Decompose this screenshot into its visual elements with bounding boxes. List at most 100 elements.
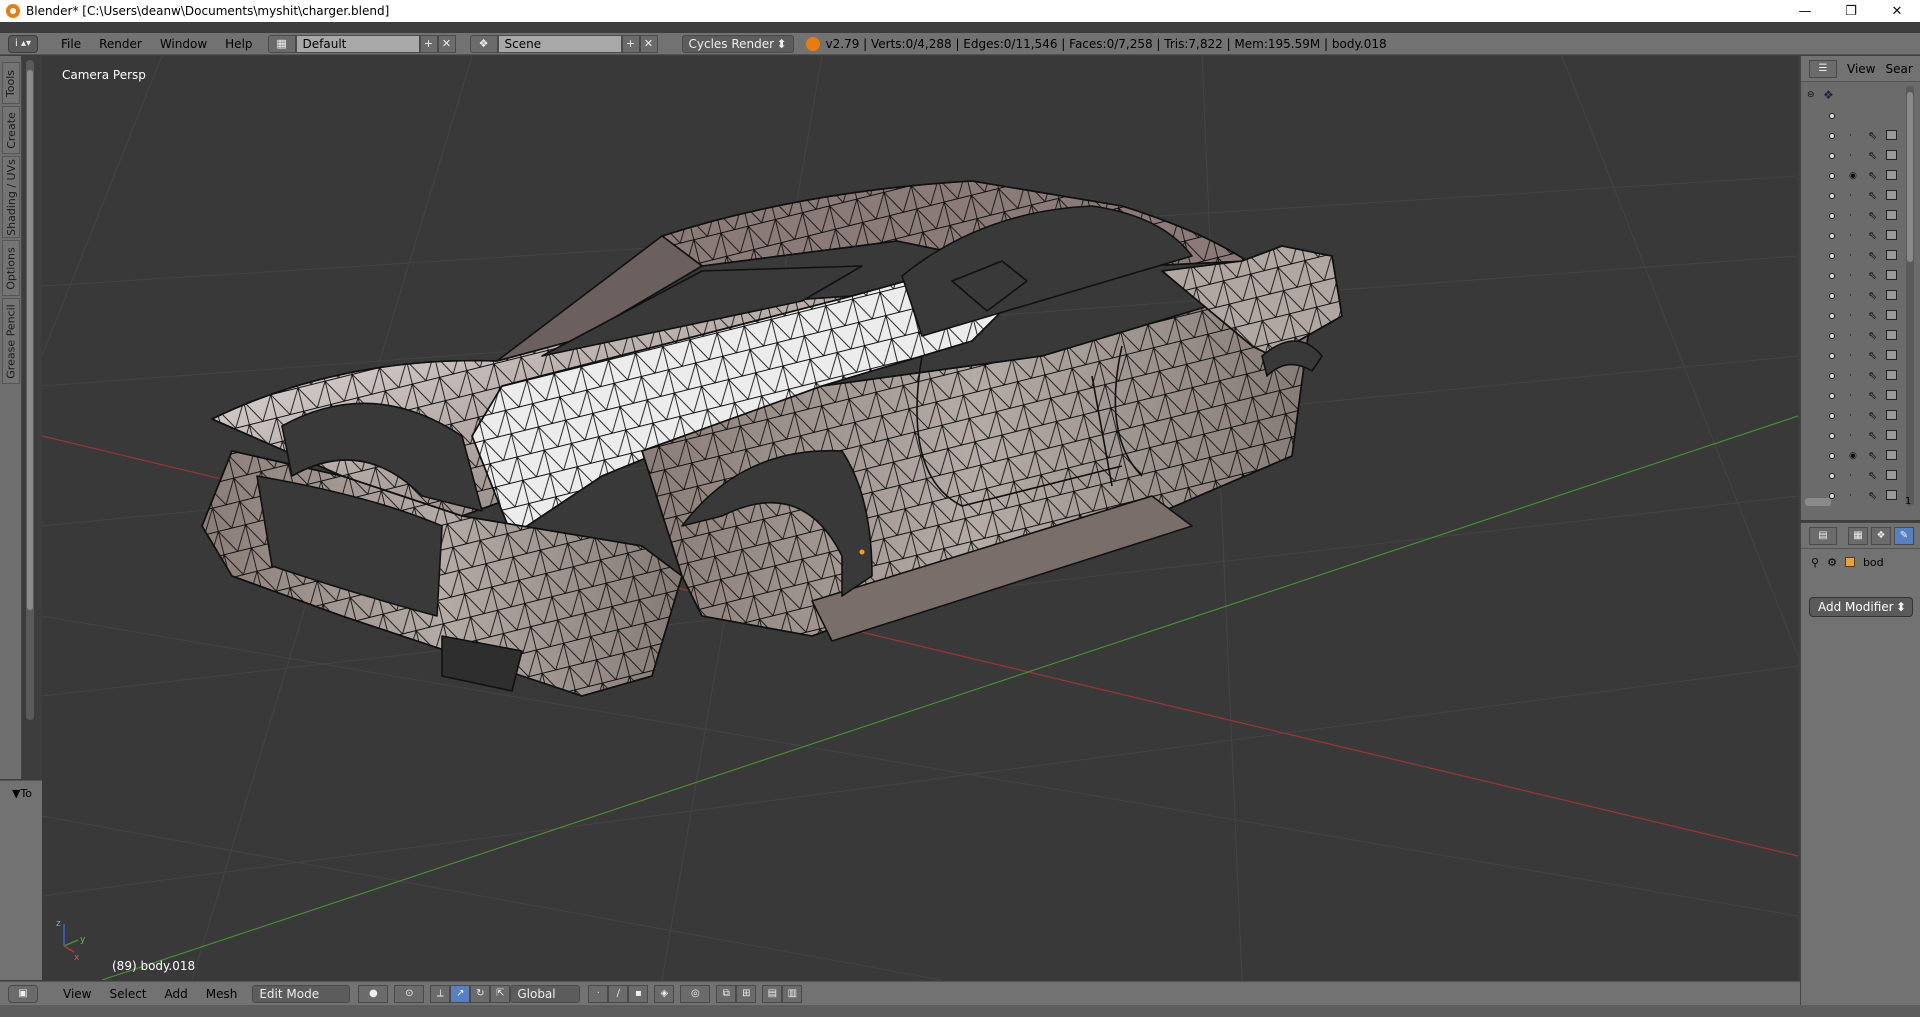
expand-icon[interactable]: ⊖ [1807, 90, 1815, 100]
delete-screen-button[interactable]: ✕ [437, 34, 456, 53]
cursor-icon[interactable]: ⇖ [1868, 149, 1877, 162]
eye-icon[interactable]: · [1849, 471, 1852, 481]
cursor-icon[interactable]: ⇖ [1868, 329, 1877, 342]
tab-grease-pencil[interactable]: Grease Pencil [2, 298, 20, 384]
camera-icon[interactable] [1886, 410, 1897, 420]
expand-icon[interactable] [1829, 133, 1835, 139]
camera-icon[interactable] [1886, 270, 1897, 280]
editor-type-icon[interactable]: i ▴▾ [8, 34, 38, 53]
outliner-row[interactable]: · ⇖ [1801, 246, 1920, 266]
expand-icon[interactable] [1829, 393, 1835, 399]
expand-icon[interactable] [1829, 233, 1835, 239]
add-scene-button[interactable]: + [621, 34, 640, 53]
eye-icon[interactable]: · [1849, 291, 1852, 301]
eye-icon[interactable]: · [1849, 371, 1852, 381]
menu-file[interactable]: File [52, 37, 90, 51]
mode-select[interactable]: Edit Mode [252, 984, 351, 1003]
editor-type-icon[interactable]: ☰ [1809, 59, 1837, 78]
eye-icon[interactable]: · [1849, 411, 1852, 421]
scrollbar-thumb[interactable] [27, 70, 33, 610]
cursor-icon[interactable]: ⇖ [1868, 389, 1877, 402]
minimize-button[interactable]: — [1782, 0, 1828, 22]
cursor-icon[interactable]: ⇖ [1868, 349, 1877, 362]
eye-icon[interactable]: · [1849, 331, 1852, 341]
cursor-icon[interactable]: ⇖ [1868, 309, 1877, 322]
eye-icon[interactable]: · [1849, 271, 1852, 281]
tab-create[interactable]: Create [2, 106, 20, 154]
camera-icon[interactable] [1886, 490, 1897, 500]
eye-icon[interactable]: · [1849, 151, 1852, 161]
cursor-icon[interactable]: ⇖ [1868, 209, 1877, 222]
screen-layout-field[interactable]: Default [295, 34, 420, 53]
outliner-row[interactable]: ◉ ⇖ [1801, 166, 1920, 186]
scale-manipulator[interactable]: ⇱ [490, 984, 511, 1003]
close-button[interactable]: ✕ [1874, 0, 1920, 22]
outliner-row[interactable]: · ⇖ [1801, 146, 1920, 166]
expand-icon[interactable] [1829, 453, 1835, 459]
outliner-scrollbar[interactable] [1906, 86, 1914, 506]
eye-icon[interactable]: · [1849, 131, 1852, 141]
delete-scene-button[interactable]: ✕ [639, 34, 658, 53]
camera-icon[interactable] [1886, 370, 1897, 380]
camera-icon[interactable] [1886, 470, 1897, 480]
cursor-icon[interactable]: ⇖ [1868, 489, 1877, 502]
outliner-row[interactable]: · ⇖ [1801, 406, 1920, 426]
camera-icon[interactable] [1886, 310, 1897, 320]
expand-icon[interactable] [1829, 273, 1835, 279]
outliner-row[interactable]: · ⇖ [1801, 286, 1920, 306]
cursor-icon[interactable]: ⇖ [1868, 409, 1877, 422]
camera-icon[interactable] [1886, 330, 1897, 340]
operator-panel-label[interactable]: ▼To [12, 787, 32, 800]
expand-icon[interactable] [1829, 353, 1835, 359]
expand-icon[interactable] [1829, 253, 1835, 259]
camera-icon[interactable] [1886, 150, 1897, 160]
outliner-row[interactable]: · ⇖ [1801, 326, 1920, 346]
snap-toggle[interactable]: ⧉ [716, 984, 737, 1003]
expand-icon[interactable] [1829, 473, 1835, 479]
cursor-icon[interactable]: ⇖ [1868, 249, 1877, 262]
menu-window[interactable]: Window [151, 37, 216, 51]
outliner-search-menu[interactable]: Sear [1885, 62, 1912, 76]
expand-icon[interactable] [1829, 413, 1835, 419]
camera-icon[interactable] [1886, 130, 1897, 140]
expand-icon[interactable] [1829, 373, 1835, 379]
expand-icon[interactable] [1829, 333, 1835, 339]
expand-icon[interactable] [1829, 313, 1835, 319]
expand-icon[interactable] [1829, 113, 1835, 119]
cursor-icon[interactable]: ⇖ [1868, 189, 1877, 202]
menu-view[interactable]: View [54, 987, 100, 1001]
eye-icon[interactable]: · [1849, 231, 1852, 241]
eye-icon[interactable]: · [1849, 311, 1852, 321]
eye-icon[interactable]: · [1849, 391, 1852, 401]
cursor-icon[interactable]: ⇖ [1868, 129, 1877, 142]
eye-icon[interactable]: · [1849, 191, 1852, 201]
cursor-icon[interactable]: ⇖ [1868, 229, 1877, 242]
wrench-icon[interactable]: ✎ [1894, 526, 1914, 545]
outliner-view-menu[interactable]: View [1837, 62, 1885, 76]
vertex-select-mode[interactable]: · [588, 984, 609, 1003]
eye-icon[interactable]: ◉ [1849, 171, 1857, 181]
render-tab-icon[interactable]: ▦ [1848, 526, 1868, 545]
camera-icon[interactable] [1886, 170, 1897, 180]
expand-icon[interactable] [1829, 213, 1835, 219]
eye-icon[interactable]: · [1849, 491, 1852, 501]
menu-mesh[interactable]: Mesh [197, 987, 247, 1001]
scene-tab-icon[interactable]: ❖ [1871, 526, 1891, 545]
outliner-row[interactable]: ⊖ ❖ [1801, 86, 1920, 106]
scrollbar-thumb[interactable] [1907, 92, 1913, 262]
outliner-row[interactable]: · ⇖ [1801, 186, 1920, 206]
outliner-row[interactable] [1801, 106, 1920, 126]
outliner-row[interactable]: · ⇖ [1801, 126, 1920, 146]
orientation-select[interactable]: Global [510, 984, 581, 1003]
outliner-row[interactable]: · ⇖ [1801, 306, 1920, 326]
rotate-manipulator[interactable]: ↻ [470, 984, 491, 1003]
camera-icon[interactable] [1886, 390, 1897, 400]
eye-icon[interactable]: · [1849, 351, 1852, 361]
editor-type-icon[interactable]: ▣ [8, 984, 38, 1003]
add-modifier-button[interactable]: Add Modifier ⬍ [1809, 597, 1913, 617]
proportional-edit-button[interactable]: ◎ [680, 984, 711, 1003]
menu-select[interactable]: Select [100, 987, 155, 1001]
eye-icon[interactable]: · [1849, 211, 1852, 221]
manipulator-toggle[interactable]: ⟂ [430, 984, 451, 1003]
expand-icon[interactable] [1829, 173, 1835, 179]
